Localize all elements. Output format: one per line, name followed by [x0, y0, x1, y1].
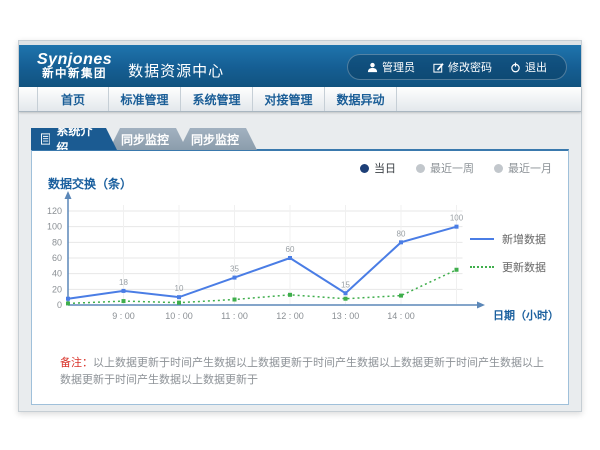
nav-item-docking-mgmt[interactable]: 对接管理 — [253, 87, 325, 111]
document-icon — [41, 133, 50, 145]
tab-system-intro[interactable]: 系统介绍 — [31, 128, 117, 150]
svg-text:120: 120 — [47, 206, 62, 216]
radio-icon — [416, 164, 425, 173]
svg-text:日期（小时）: 日期（小时） — [493, 308, 559, 322]
svg-text:0: 0 — [57, 300, 62, 310]
legend-item-update-data-label: 更新数据 — [502, 259, 546, 275]
user-menu-admin[interactable]: 管理员 — [358, 59, 424, 75]
footnote-text: 以上数据更新于时间产生数据以上数据更新于时间产生数据以上数据更新于时间产生数据以… — [60, 357, 544, 386]
user-icon — [367, 62, 378, 73]
main-nav: 首页 标准管理 系统管理 对接管理 数据异动 — [19, 87, 581, 112]
chart-legend: 新增数据 更新数据 — [470, 231, 546, 275]
legend-item-update-data: 更新数据 — [470, 259, 546, 275]
svg-text:35: 35 — [230, 265, 239, 274]
edit-icon — [433, 62, 444, 73]
chart-panel: 当日 最近一周 最近一月 数据交换（条） 0204060801001209 : … — [31, 149, 569, 405]
user-menu-logout-label: 退出 — [525, 59, 547, 75]
radio-selected-icon — [360, 164, 369, 173]
svg-text:10 : 00: 10 : 00 — [165, 311, 193, 321]
footnote: 备注：以上数据更新于时间产生数据以上数据更新于时间产生数据以上数据更新于时间产生… — [60, 355, 550, 388]
user-menu-change-password-label: 修改密码 — [448, 59, 492, 75]
logo-brand-text: Synjones — [37, 51, 112, 69]
svg-text:20: 20 — [52, 284, 62, 294]
svg-text:80: 80 — [52, 237, 62, 247]
filter-last-month-label: 最近一月 — [508, 160, 552, 176]
filter-last-week-label: 最近一周 — [430, 160, 474, 176]
logo[interactable]: Synjones 新中新集团 — [37, 51, 112, 81]
tab-sync-monitor-1-label: 同步监控 — [121, 131, 169, 148]
svg-text:100: 100 — [450, 214, 464, 223]
svg-text:60: 60 — [52, 253, 62, 263]
legend-item-new-data: 新增数据 — [470, 231, 546, 247]
user-menu-change-password[interactable]: 修改密码 — [424, 59, 501, 75]
content-area: 系统介绍 同步监控 同步监控 当日 最近一周 — [19, 112, 581, 413]
app-title: 数据资源中心 — [128, 60, 224, 81]
svg-text:9 : 00: 9 : 00 — [112, 311, 135, 321]
svg-text:100: 100 — [47, 222, 62, 232]
app-window: Synjones 新中新集团 数据资源中心 管理员 修改密码 退出 首页 标准管… — [18, 40, 582, 412]
power-icon — [510, 62, 521, 73]
nav-item-home[interactable]: 首页 — [37, 87, 109, 111]
footnote-prefix: 备注： — [60, 357, 93, 369]
nav-item-data-change[interactable]: 数据异动 — [325, 87, 397, 111]
tab-bar: 系统介绍 同步监控 同步监控 — [31, 128, 257, 150]
svg-text:11 : 00: 11 : 00 — [221, 311, 248, 321]
svg-text:14 : 00: 14 : 00 — [387, 311, 415, 321]
nav-item-standard-mgmt[interactable]: 标准管理 — [109, 87, 181, 111]
tab-sync-monitor-1[interactable]: 同步监控 — [109, 128, 187, 150]
solid-line-icon — [470, 238, 494, 240]
user-menu-admin-label: 管理员 — [382, 59, 415, 75]
legend-item-new-data-label: 新增数据 — [502, 231, 546, 247]
svg-text:40: 40 — [52, 269, 62, 279]
svg-text:18: 18 — [119, 278, 128, 287]
svg-text:80: 80 — [397, 229, 406, 238]
svg-text:15: 15 — [341, 280, 350, 289]
svg-text:10: 10 — [175, 284, 184, 293]
filter-last-week[interactable]: 最近一周 — [416, 160, 474, 176]
user-menu: 管理员 修改密码 退出 — [347, 54, 567, 80]
filter-today-label: 当日 — [374, 160, 396, 176]
time-range-filters: 当日 最近一周 最近一月 — [360, 160, 552, 176]
svg-text:13 : 00: 13 : 00 — [332, 311, 360, 321]
filter-last-month[interactable]: 最近一月 — [494, 160, 552, 176]
svg-text:60: 60 — [286, 245, 295, 254]
svg-text:12 : 00: 12 : 00 — [276, 311, 304, 321]
radio-icon — [494, 164, 503, 173]
app-header: Synjones 新中新集团 数据资源中心 管理员 修改密码 退出 — [19, 45, 581, 87]
tab-sync-monitor-2-label: 同步监控 — [191, 131, 239, 148]
filter-today[interactable]: 当日 — [360, 160, 396, 176]
tab-sync-monitor-2[interactable]: 同步监控 — [179, 128, 257, 150]
dotted-line-icon — [470, 266, 494, 268]
logo-company-text: 新中新集团 — [37, 68, 112, 81]
user-menu-logout[interactable]: 退出 — [501, 59, 556, 75]
nav-item-system-mgmt[interactable]: 系统管理 — [181, 87, 253, 111]
